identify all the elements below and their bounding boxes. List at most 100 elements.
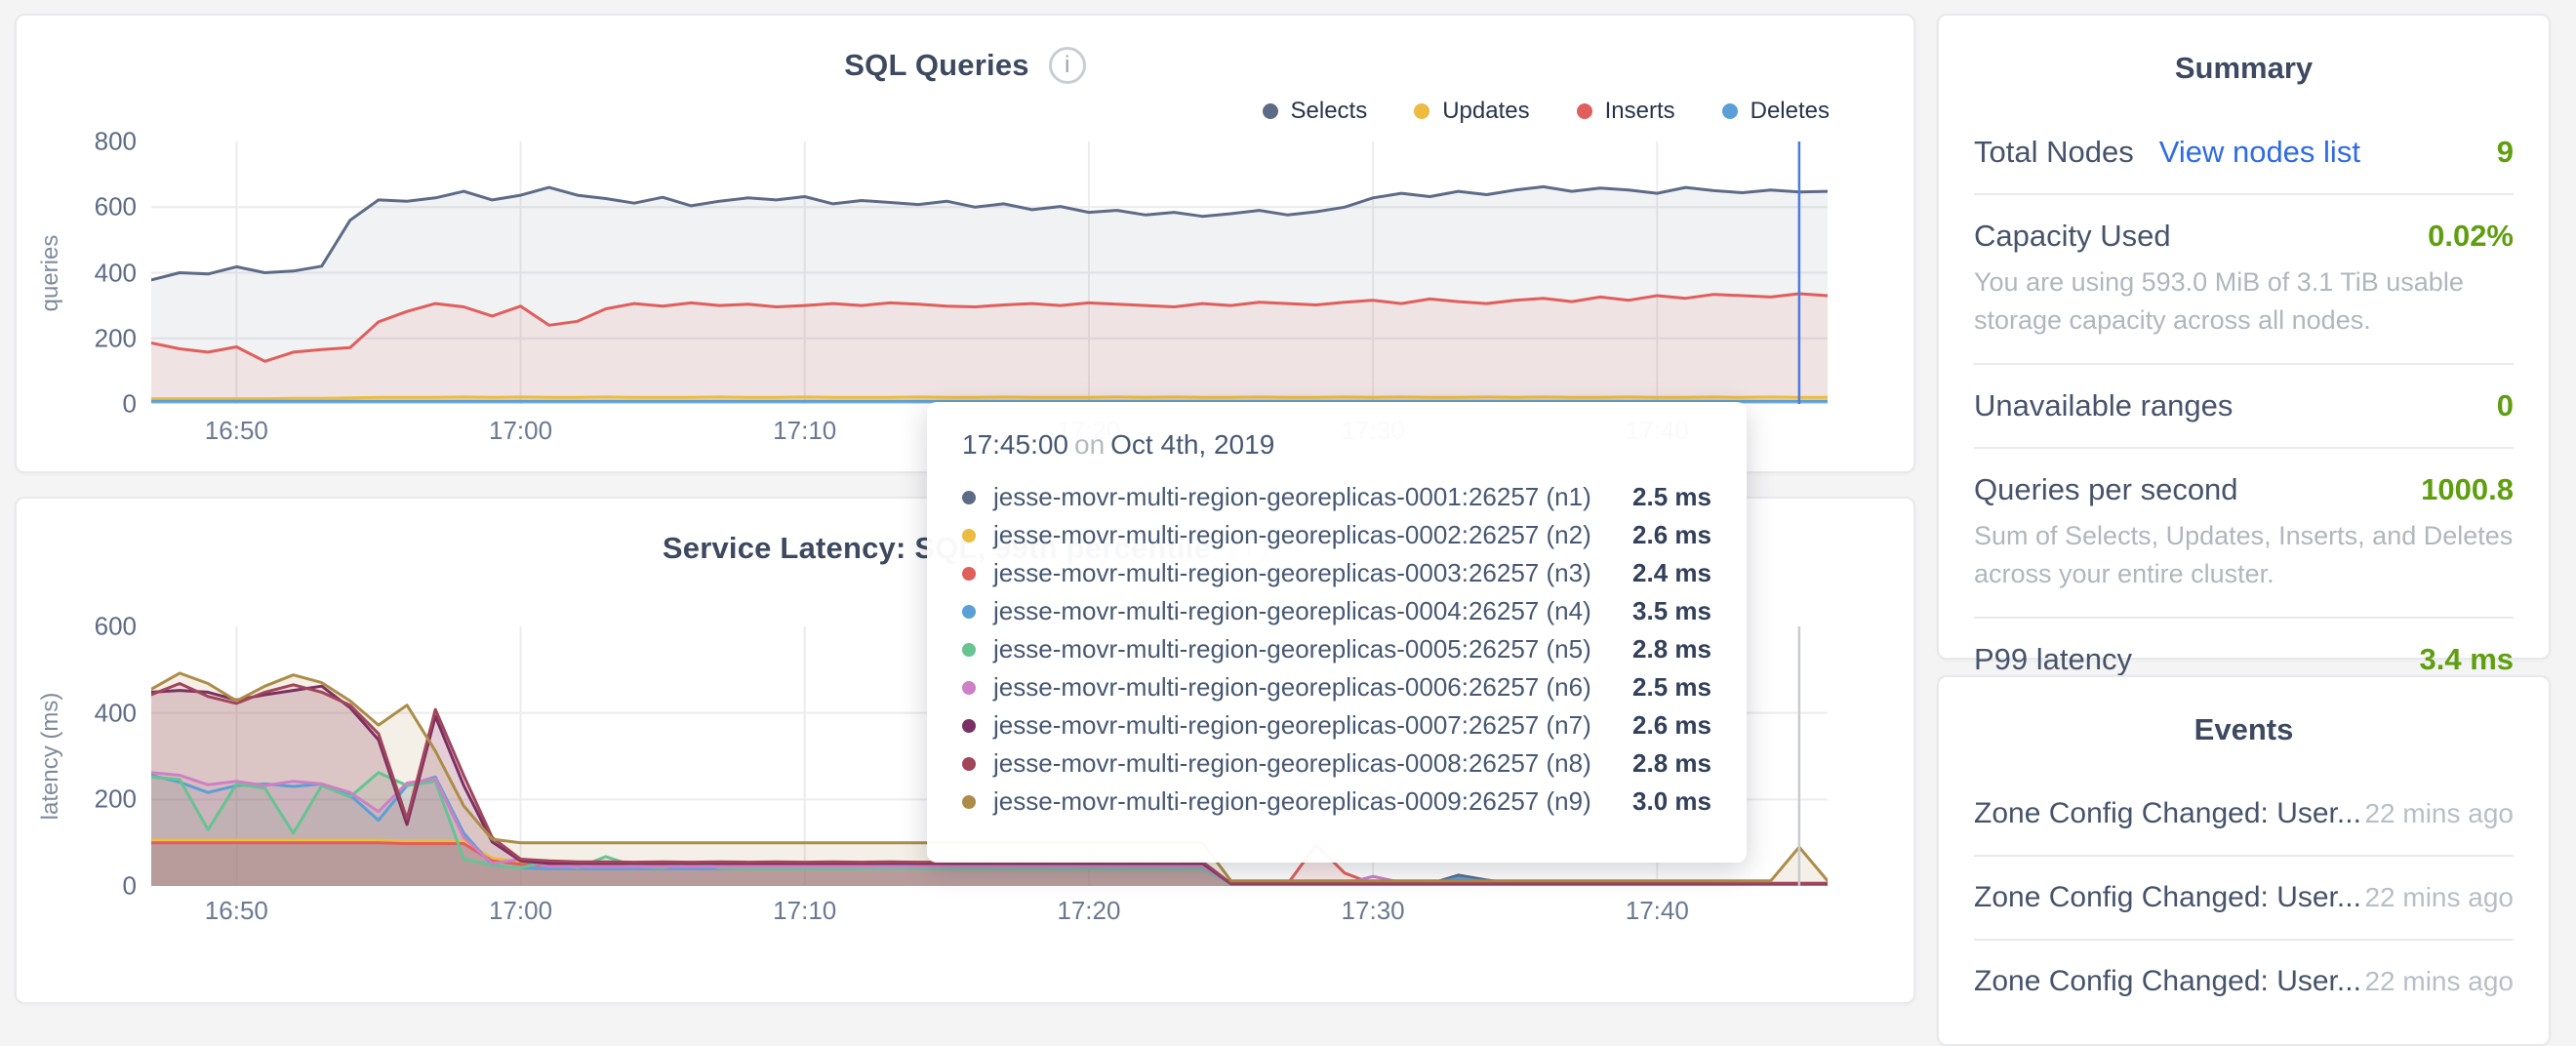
node-name: jesse-movr-multi-region-georeplicas-0001… — [993, 482, 1615, 512]
view-nodes-list-link[interactable]: View nodes list — [2159, 135, 2360, 170]
sql-queries-plot[interactable] — [151, 141, 1828, 404]
x-tick: 17:10 — [773, 896, 836, 926]
x-tick: 17:00 — [489, 896, 552, 926]
unavailable-ranges-row: Unavailable ranges 0 — [1974, 365, 2514, 449]
event-row[interactable]: Zone Config Changed: User...22 mins ago — [1974, 773, 2514, 857]
x-tick: 17:10 — [773, 416, 836, 446]
chart-hover-tooltip: 17:45:00onOct 4th, 2019 jesse-movr-multi… — [927, 402, 1747, 863]
event-time: 22 mins ago — [2364, 966, 2514, 997]
total-nodes-label: Total Nodes — [1974, 135, 2134, 170]
legend-label: Deletes — [1751, 98, 1830, 125]
tooltip-row: jesse-movr-multi-region-georeplicas-0005… — [962, 630, 1711, 668]
x-tick: 17:00 — [489, 416, 552, 446]
event-name: Zone Config Changed: User... — [1974, 797, 2361, 830]
tooltip-row: jesse-movr-multi-region-georeplicas-0001… — [962, 478, 1711, 516]
latency-value: 2.6 ms — [1615, 710, 1711, 741]
latency-value: 2.4 ms — [1615, 558, 1711, 588]
latency-value: 2.6 ms — [1615, 520, 1711, 550]
tooltip-row: jesse-movr-multi-region-georeplicas-0003… — [962, 554, 1711, 592]
latency-value: 2.5 ms — [1615, 482, 1711, 512]
y-tick: 400 — [0, 698, 137, 728]
node-name: jesse-movr-multi-region-georeplicas-0008… — [993, 748, 1615, 779]
legend-label: Inserts — [1605, 98, 1675, 125]
summary-title: Summary — [1974, 51, 2514, 86]
latency-value: 3.5 ms — [1615, 596, 1711, 626]
series-dot — [962, 795, 976, 809]
legend-item-selects[interactable]: Selects — [1263, 98, 1368, 125]
node-name: jesse-movr-multi-region-georeplicas-0007… — [993, 710, 1615, 741]
node-name: jesse-movr-multi-region-georeplicas-0005… — [993, 634, 1615, 664]
queries-per-second-description: Sum of Selects, Updates, Inserts, and De… — [1974, 517, 2514, 593]
tooltip-timestamp: 17:45:00onOct 4th, 2019 — [962, 429, 1711, 461]
legend-label: Selects — [1291, 98, 1368, 125]
x-tick: 17:20 — [1057, 896, 1120, 926]
events-list: Zone Config Changed: User...22 mins agoZ… — [1974, 773, 2514, 1023]
legend-item-inserts[interactable]: Inserts — [1577, 98, 1675, 125]
y-tick: 600 — [0, 612, 137, 642]
legend-item-deletes[interactable]: Deletes — [1722, 98, 1830, 125]
capacity-used-row: Capacity Used 0.02% You are using 593.0 … — [1974, 195, 2514, 365]
y-tick: 800 — [0, 127, 137, 157]
tooltip-on: on — [1068, 429, 1110, 460]
unavailable-ranges-label: Unavailable ranges — [1974, 388, 2233, 423]
p99-latency-label: P99 latency — [1974, 642, 2132, 677]
latency-value: 2.8 ms — [1615, 634, 1711, 664]
series-dot — [962, 529, 976, 543]
info-icon[interactable]: i — [1049, 47, 1086, 84]
events-title: Events — [1974, 712, 2514, 747]
series-dot — [962, 491, 976, 504]
total-nodes-value: 9 — [2497, 135, 2514, 170]
y-tick: 200 — [0, 784, 137, 815]
legend-dot — [1577, 103, 1592, 119]
event-time: 22 mins ago — [2364, 882, 2514, 913]
queries-per-second-row: Queries per second 1000.8 Sum of Selects… — [1974, 449, 2514, 619]
y-tick: 0 — [0, 389, 137, 420]
latency-value: 3.0 ms — [1615, 786, 1711, 817]
x-tick: 17:40 — [1626, 896, 1689, 926]
sql-queries-title: SQL Queries — [844, 48, 1028, 83]
y-tick: 400 — [0, 258, 137, 288]
sql-queries-header: SQL Queries i — [15, 47, 1915, 84]
legend-dot — [1414, 103, 1429, 119]
events-panel: Events Zone Config Changed: User...22 mi… — [1937, 675, 2551, 1046]
capacity-used-value: 0.02% — [2428, 219, 2514, 254]
series-dot — [962, 681, 976, 695]
capacity-used-label: Capacity Used — [1974, 219, 2171, 254]
queries-per-second-label: Queries per second — [1974, 472, 2238, 507]
legend-item-updates[interactable]: Updates — [1414, 98, 1529, 125]
tooltip-row: jesse-movr-multi-region-georeplicas-0002… — [962, 516, 1711, 554]
y-tick: 0 — [0, 871, 137, 902]
x-tick: 17:30 — [1342, 896, 1405, 926]
tooltip-row: jesse-movr-multi-region-georeplicas-0008… — [962, 744, 1711, 783]
node-name: jesse-movr-multi-region-georeplicas-0009… — [993, 786, 1615, 817]
event-row[interactable]: Zone Config Changed: User...22 mins ago — [1974, 857, 2514, 941]
latency-value: 2.5 ms — [1615, 672, 1711, 703]
latency-value: 2.8 ms — [1615, 748, 1711, 779]
x-tick: 16:50 — [205, 896, 268, 926]
event-row[interactable]: Zone Config Changed: User...22 mins ago — [1974, 941, 2514, 1023]
tooltip-rows: jesse-movr-multi-region-georeplicas-0001… — [962, 478, 1711, 821]
legend-dot — [1722, 103, 1738, 119]
y-tick: 600 — [0, 192, 137, 222]
unavailable-ranges-value: 0 — [2497, 388, 2514, 423]
event-name: Zone Config Changed: User... — [1974, 965, 2361, 998]
node-name: jesse-movr-multi-region-georeplicas-0004… — [993, 596, 1615, 626]
capacity-used-description: You are using 593.0 MiB of 3.1 TiB usabl… — [1974, 263, 2514, 340]
node-name: jesse-movr-multi-region-georeplicas-0003… — [993, 558, 1615, 588]
legend-label: Updates — [1442, 98, 1529, 125]
summary-panel: Summary Total Nodes View nodes list 9 Ca… — [1937, 14, 2551, 660]
x-tick: 16:50 — [205, 416, 268, 446]
event-time: 22 mins ago — [2364, 798, 2514, 829]
tooltip-date: Oct 4th, 2019 — [1110, 429, 1274, 460]
node-name: jesse-movr-multi-region-georeplicas-0006… — [993, 672, 1615, 703]
node-name: jesse-movr-multi-region-georeplicas-0002… — [993, 520, 1615, 550]
tooltip-time: 17:45:00 — [962, 429, 1068, 460]
tooltip-row: jesse-movr-multi-region-georeplicas-0004… — [962, 592, 1711, 630]
chart-legend: Selects Updates Inserts Deletes — [15, 98, 1830, 125]
queries-per-second-value: 1000.8 — [2421, 472, 2514, 507]
p99-latency-value: 3.4 ms — [2419, 642, 2514, 677]
series-dot — [962, 719, 976, 733]
series-dot — [962, 757, 976, 771]
series-dot — [962, 643, 976, 657]
series-dot — [962, 605, 976, 619]
